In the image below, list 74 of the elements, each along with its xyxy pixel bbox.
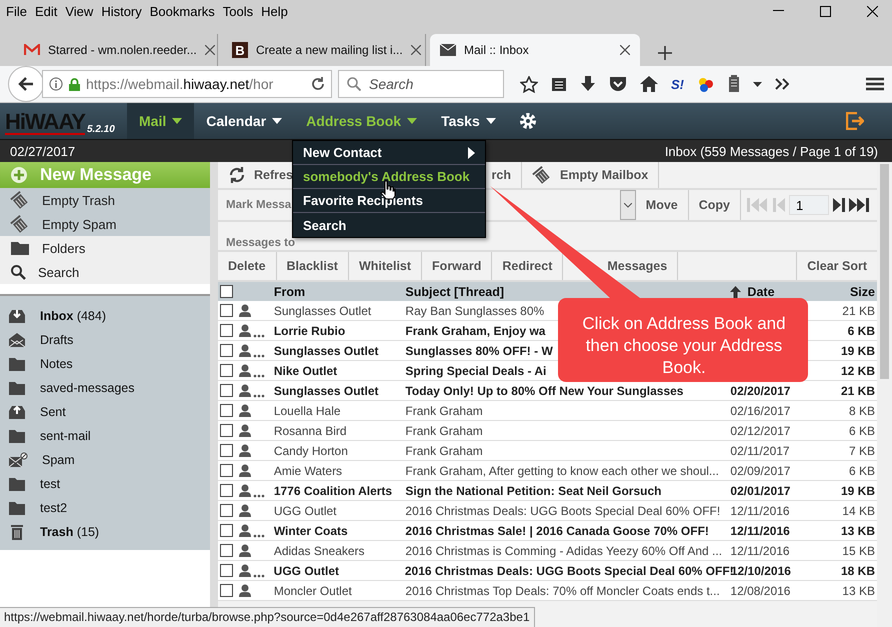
table-cell: Frank Graham, Enjoy wa [405,324,546,338]
folder-label: test2 [40,501,68,515]
folder-label: test [40,477,60,491]
table-cell-text: 7 KB [848,444,876,458]
folder-label: Spam [42,453,75,467]
mark-messages-label: Mark Messa [225,198,292,213]
table-cell: Sunglasses Outlet [274,384,379,398]
table-cell-text: 13 KB [840,524,876,538]
table-cell: Spring Special Deals - Ai [405,364,546,378]
folder-label: Notes [40,357,73,371]
table-cell: Louella Hale [274,404,341,418]
table-cell-text: 15 KB [841,544,876,558]
table-cell-text: 12 KB [840,364,876,378]
table-cell: Adidas Sneakers [274,544,365,558]
table-cell: UGG Outlet [274,564,340,578]
table-cell: 02/01/2017 [730,484,790,498]
version-label: 5.2.10 [86,124,115,135]
table-cell-text: 18 KB [840,564,876,578]
folder-label: Drafts [40,333,74,347]
table-cell: Today Only! Up to 80% Off New Your Sunglasses [405,384,684,398]
table-cell: Frank Graham, After getting to know each other we shoul... [405,464,719,478]
table-cell: Lorrie Rubio [274,324,346,338]
table-cell-text: 6 KB [848,424,876,438]
table-cell-text: 19 KB [840,344,876,358]
table-cell: Winter Coats [274,524,348,538]
b-logo-icon: B [232,42,248,58]
table-cell: Candy Horton [274,444,348,458]
table-cell: UGG Outlet [274,504,337,518]
table-cell-text: 21 KB [841,304,876,318]
folder-label: Inbox (484) [40,309,106,323]
table-cell: Sign the National Petition: Seat Neil Gorsuch [405,484,662,498]
logo: HiWAAY [5,111,85,135]
folder-label: Sent [40,405,66,419]
table-cell-text: 19 KB [840,484,876,498]
table-cell: Frank Graham [405,424,483,438]
table-cell: 2016 Christmas Top Deals: 70% off Moncler Coats ends t... [405,584,720,598]
mailbox-summary: Inbox (559 Messages / Page 1 of 19) [664,144,878,158]
table-cell: Frank Graham [405,404,483,418]
table-cell-text: 6 KB [846,324,876,338]
table-cell: Ray Ban Sunglasses 80% [405,304,544,318]
table-cell: 2016 Christmas Deals: UGG Boots Special Deal 60% OFF! [405,504,720,518]
folder-label: sent-mail [40,429,91,443]
table-cell: Moncler Outlet [274,584,352,598]
folder-label: saved-messages [40,381,134,395]
url-text: https://webmail.hiwaay.net/hor [86,76,274,92]
table-cell: 12/08/2016 [730,584,790,598]
table-cell: Frank Graham [405,444,483,458]
table-cell: Sunglasses Outlet [274,304,372,318]
table-cell: Amie Waters [274,464,342,478]
table-cell: 02/20/2017 [730,384,790,398]
table-cell: 2016 Christmas Sale! | 2016 Canada Goose 70% OFF! [405,524,709,538]
table-cell: 2016 Christmas is Comming - Adidas Yeezy 60% Off And ... [405,544,722,558]
table-cell: 1776 Coalition Alerts [274,484,392,498]
folder-label: Trash (15) [40,525,100,539]
messages-to-label: Messages to [225,236,296,250]
table-cell-text: 21 KB [840,384,876,398]
table-cell: 02/12/2017 [730,424,790,438]
table-cell: Nike Outlet [274,364,338,378]
status-url: https://webmail.hiwaay.net/horde/turba/browse.php?source=0d4e267aff28763084aa06ec772a3be1 [0,607,535,627]
table-cell-text: 14 KB [841,504,876,518]
callout-text: Click on Address Book and then choose your Address Book. [581,313,787,379]
table-cell: 02/09/2017 [730,464,790,478]
table-cell-text: 8 KB [848,404,876,418]
table-cell: Rosanna Bird [274,424,347,438]
table-cell: 12/11/2016 [730,544,790,558]
table-cell: Sunglasses 80% OFF! - W [405,344,553,358]
table-cell: 12/11/2016 [730,504,790,518]
table-cell: Sunglasses Outlet [274,344,379,358]
table-cell: 02/16/2017 [730,404,790,418]
date-label: 02/27/2017 [10,144,76,158]
table-cell-text: 13 KB [841,584,876,598]
table-cell: 12/11/2016 [730,524,790,538]
table-cell-text: 6 KB [848,464,876,478]
table-cell: 02/11/2017 [730,444,790,458]
